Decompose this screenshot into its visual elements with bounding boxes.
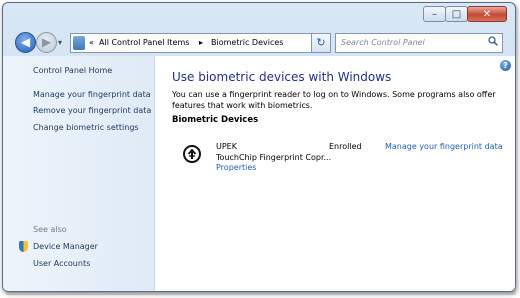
recent-pages-dropdown[interactable]: ▾ <box>58 38 62 47</box>
close-button[interactable]: ✕ <box>467 6 507 22</box>
section-heading: Biometric Devices <box>172 115 259 125</box>
navigation-bar: ◀ ▶ ▾ « All Control Panel Items ▸ Biomet… <box>3 29 515 55</box>
maximize-button[interactable]: □ <box>445 6 468 22</box>
page-title: Use biometric devices with Windows <box>172 70 392 84</box>
device-status: Enrolled <box>329 142 362 151</box>
device-properties-link[interactable]: Properties <box>216 163 256 172</box>
breadcrumb-all-items[interactable]: All Control Panel Items <box>99 38 189 47</box>
help-icon[interactable]: ? <box>500 60 511 71</box>
back-button[interactable]: ◀ <box>15 32 36 53</box>
search-input[interactable]: Search Control Panel <box>341 38 425 47</box>
minimize-button[interactable]: – <box>423 6 446 22</box>
shield-icon <box>19 241 28 252</box>
forward-button[interactable]: ▶ <box>36 32 57 53</box>
see-also-heading: See also <box>33 225 67 234</box>
address-bar[interactable]: « All Control Panel Items ▸ Biometric De… <box>70 33 323 53</box>
device-manage-fingerprint-link[interactable]: Manage your fingerprint data <box>385 142 503 151</box>
manage-fingerprint-link[interactable]: Manage your fingerprint data <box>33 90 151 99</box>
title-bar: – □ ✕ <box>3 3 515 29</box>
device-vendor: UPEK <box>216 142 237 151</box>
fingerprint-reader-icon <box>183 145 201 163</box>
breadcrumb-prefix[interactable]: « <box>89 38 94 47</box>
search-box[interactable]: Search Control Panel <box>335 33 503 53</box>
page-description: You can use a fingerprint reader to log … <box>172 90 496 110</box>
control-panel-home-link[interactable]: Control Panel Home <box>33 66 112 75</box>
control-panel-window: – □ ✕ ◀ ▶ ▾ « All Control Panel Items ▸ … <box>2 2 516 292</box>
search-icon[interactable] <box>488 36 498 46</box>
remove-fingerprint-link[interactable]: Remove your fingerprint data <box>33 106 151 115</box>
device-manager-link[interactable]: Device Manager <box>33 242 98 251</box>
refresh-button[interactable]: ↻ <box>311 33 331 53</box>
content-pane: ? Use biometric devices with Windows You… <box>155 56 515 291</box>
device-name: TouchChip Fingerprint Copr... <box>216 153 332 162</box>
caption-buttons: – □ ✕ <box>423 6 507 22</box>
change-biometric-settings-link[interactable]: Change biometric settings <box>33 123 139 132</box>
breadcrumb-separator[interactable]: ▸ <box>199 38 203 47</box>
breadcrumb-biometric-devices[interactable]: Biometric Devices <box>211 38 283 47</box>
control-panel-icon <box>73 36 85 50</box>
user-accounts-link[interactable]: User Accounts <box>33 259 90 268</box>
task-pane: Control Panel Home Manage your fingerpri… <box>3 56 155 291</box>
